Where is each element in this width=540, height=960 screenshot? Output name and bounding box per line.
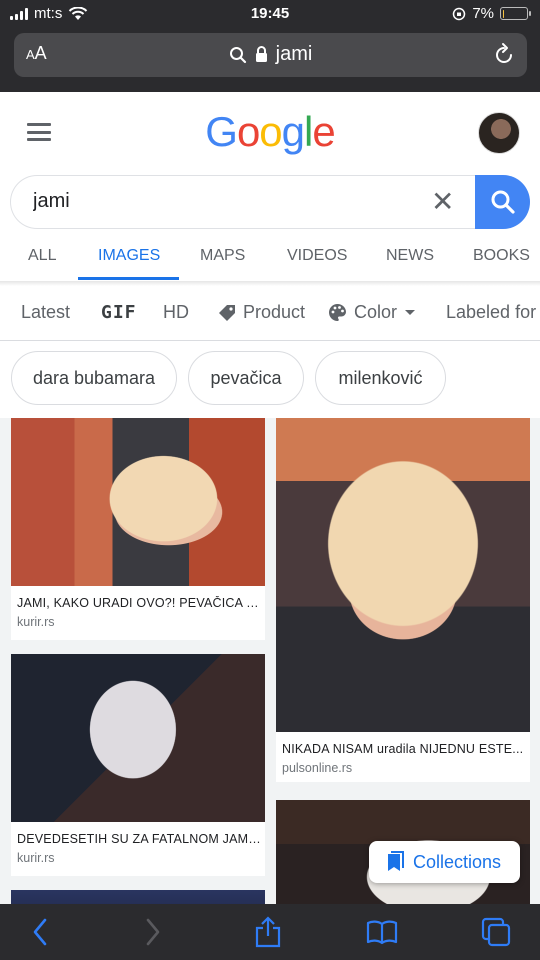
tab-news[interactable]: NEWS xyxy=(386,247,434,265)
filter-hd[interactable]: HD xyxy=(163,302,189,323)
palette-icon xyxy=(329,304,346,321)
image-results-grid: JAMI, KAKO URADI OVO?! PEVAČICA U... kur… xyxy=(0,418,540,904)
result-caption: JAMI, KAKO URADI OVO?! PEVAČICA U... xyxy=(17,596,261,610)
search-icon xyxy=(229,46,246,63)
battery-level xyxy=(502,9,505,18)
filter-latest[interactable]: Latest xyxy=(21,302,70,323)
active-tab-indicator xyxy=(78,277,179,280)
url-text: jami xyxy=(275,43,313,65)
collections-button[interactable]: Collections xyxy=(369,841,520,883)
image-result-card[interactable]: DEVEDESETIH SU ZA FATALNOM JAMI... kurir… xyxy=(11,654,265,876)
google-page: Google ✕ ALL IMAGES MAPS VIDEOS NEWS BOO… xyxy=(0,92,540,904)
url-display[interactable]: jami xyxy=(14,43,527,66)
image-result-card[interactable]: NIKADA NISAM uradila NIJEDNU ESTE... pul… xyxy=(276,418,530,782)
google-header: Google xyxy=(0,92,540,172)
book-icon xyxy=(366,920,398,945)
result-source: pulsonline.rs xyxy=(282,761,353,775)
share-icon xyxy=(255,916,281,948)
result-caption: DEVEDESETIH SU ZA FATALNOM JAMI... xyxy=(17,832,261,846)
status-right: 7% xyxy=(452,5,531,22)
tab-videos[interactable]: VIDEOS xyxy=(287,247,347,265)
tab-books[interactable]: BOOKS xyxy=(473,247,530,265)
result-image[interactable] xyxy=(11,654,265,822)
filter-gif[interactable]: GIF xyxy=(101,302,137,323)
browser-top-chrome: mt:s 19:45 7% AA jami xyxy=(0,0,540,92)
rotation-lock-icon xyxy=(453,7,466,20)
avatar[interactable] xyxy=(478,112,520,154)
share-button[interactable] xyxy=(252,916,284,948)
image-filters: Latest GIF HD Product Color Labeled for xyxy=(0,290,540,338)
status-bar: mt:s 19:45 7% xyxy=(0,0,540,30)
tabs-divider xyxy=(0,281,540,286)
search-button[interactable] xyxy=(475,175,530,229)
chip-milenkovic[interactable]: milenković xyxy=(315,351,446,405)
chevron-down-icon xyxy=(405,309,416,315)
clear-icon[interactable]: ✕ xyxy=(431,188,454,216)
battery-icon xyxy=(500,7,531,20)
result-image[interactable] xyxy=(11,418,265,586)
result-image[interactable] xyxy=(11,890,265,904)
tabs-icon xyxy=(481,917,511,947)
search-box[interactable]: ✕ xyxy=(10,175,476,229)
result-source: kurir.rs xyxy=(17,851,55,865)
logo-letter: e xyxy=(312,108,335,155)
lock-icon xyxy=(255,46,267,62)
result-caption: NIKADA NISAM uradila NIJEDNU ESTE... xyxy=(282,742,524,756)
filters-divider xyxy=(0,340,540,341)
chip-dara-bubamara[interactable]: dara bubamara xyxy=(11,351,177,405)
search-icon xyxy=(491,190,515,214)
image-result-card[interactable]: JAMI, KAKO URADI OVO?! PEVAČICA U... kur… xyxy=(11,418,265,640)
chevron-left-icon xyxy=(33,918,47,946)
filter-usage-rights[interactable]: Labeled for xyxy=(446,302,536,323)
tabs-button[interactable] xyxy=(480,916,512,948)
google-logo[interactable]: Google xyxy=(0,108,540,156)
tab-maps[interactable]: MAPS xyxy=(200,247,245,265)
reload-icon[interactable] xyxy=(491,42,517,68)
battery-percent: 7% xyxy=(472,5,494,22)
image-result-card[interactable] xyxy=(11,890,265,904)
result-image[interactable] xyxy=(276,418,530,732)
search-input[interactable] xyxy=(33,190,413,213)
chip-pevacica[interactable]: pevačica xyxy=(188,351,304,405)
tab-images[interactable]: IMAGES xyxy=(98,247,160,265)
collections-label: Collections xyxy=(413,851,502,872)
tab-all[interactable]: ALL xyxy=(28,247,56,265)
search-row: ✕ xyxy=(10,175,530,229)
bookmark-icon xyxy=(388,851,404,871)
logo-letter: G xyxy=(205,108,238,155)
result-source: kurir.rs xyxy=(17,615,55,629)
address-bar[interactable]: AA jami xyxy=(14,33,527,77)
logo-letter: g xyxy=(281,108,305,155)
logo-letter: o xyxy=(236,108,260,155)
filter-product[interactable]: Product xyxy=(218,302,305,323)
filter-color[interactable]: Color xyxy=(328,302,416,323)
bookmarks-button[interactable] xyxy=(366,916,398,948)
browser-toolbar xyxy=(0,904,540,960)
logo-letter: o xyxy=(259,108,282,155)
related-searches: dara bubamara pevačica milenković xyxy=(0,351,540,407)
forward-button[interactable] xyxy=(137,916,169,948)
search-tabs: ALL IMAGES MAPS VIDEOS NEWS BOOKS xyxy=(0,239,540,281)
back-button[interactable] xyxy=(24,916,56,948)
chevron-right-icon xyxy=(146,918,160,946)
tag-icon xyxy=(219,304,235,321)
